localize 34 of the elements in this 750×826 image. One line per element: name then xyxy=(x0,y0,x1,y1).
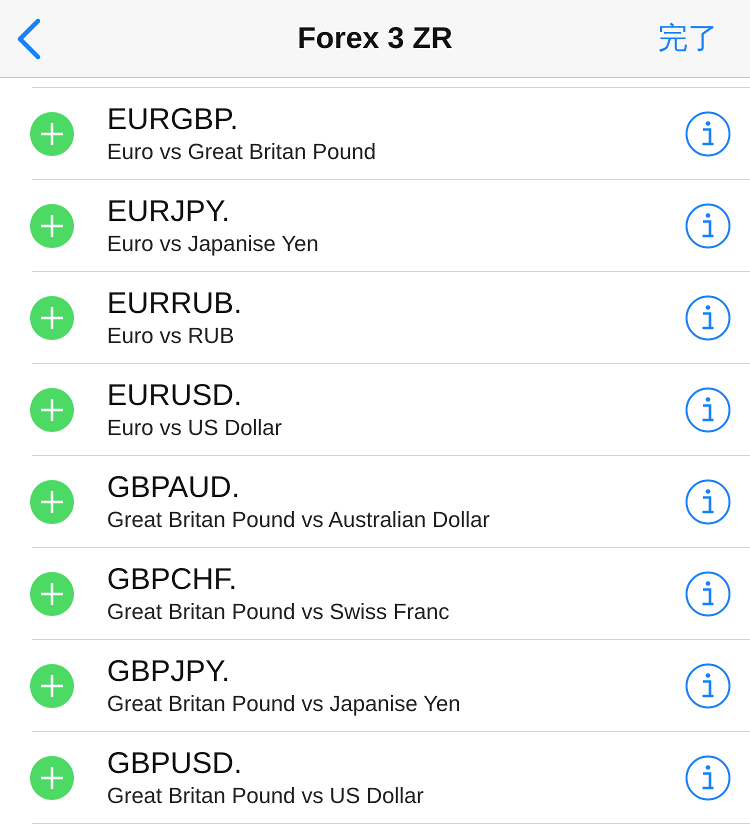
done-button[interactable]: 完了 xyxy=(658,18,718,59)
symbol-description: Euro vs RUB xyxy=(107,322,236,350)
add-icon[interactable] xyxy=(30,664,74,708)
add-icon[interactable] xyxy=(30,480,74,524)
symbol-name: GBPAUD. xyxy=(107,470,241,506)
symbol-description: Great Britan Pound vs Swiss Franc xyxy=(107,598,450,626)
add-icon[interactable] xyxy=(30,572,74,616)
info-icon[interactable] xyxy=(685,662,731,708)
symbol-name: EURRUB. xyxy=(107,286,244,322)
info-icon[interactable] xyxy=(685,386,731,432)
info-icon[interactable] xyxy=(685,754,731,800)
symbol-name: EURUSD. xyxy=(107,378,244,414)
info-icon[interactable] xyxy=(685,294,731,340)
info-icon[interactable] xyxy=(685,478,731,524)
symbol-name: GBPCHF. xyxy=(107,562,238,598)
symbol-name: GBPJPY. xyxy=(107,654,231,690)
info-icon[interactable] xyxy=(685,110,731,156)
add-icon[interactable] xyxy=(30,296,74,340)
symbol-description: Euro vs US Dollar xyxy=(107,414,283,442)
symbol-description: Great Britan Pound vs Australian Dollar xyxy=(107,506,491,534)
info-icon[interactable] xyxy=(685,202,731,248)
add-icon[interactable] xyxy=(30,756,74,800)
symbol-description: Euro vs Great Britan Pound xyxy=(107,138,378,166)
symbol-description: Great Britan Pound vs Japanise Yen xyxy=(107,690,462,718)
symbol-description: Euro vs Japanise Yen xyxy=(107,230,320,258)
add-icon[interactable] xyxy=(30,388,74,432)
symbol-name: EURGBP. xyxy=(107,102,240,138)
symbol-name: GBPUSD. xyxy=(107,746,244,782)
screen-title: Forex 3 ZR xyxy=(296,22,454,56)
add-icon[interactable] xyxy=(30,112,74,156)
info-icon[interactable] xyxy=(685,570,731,616)
symbol-description: Great Britan Pound vs US Dollar xyxy=(107,782,425,810)
add-icon[interactable] xyxy=(30,204,74,248)
symbol-name: EURJPY. xyxy=(107,194,231,230)
